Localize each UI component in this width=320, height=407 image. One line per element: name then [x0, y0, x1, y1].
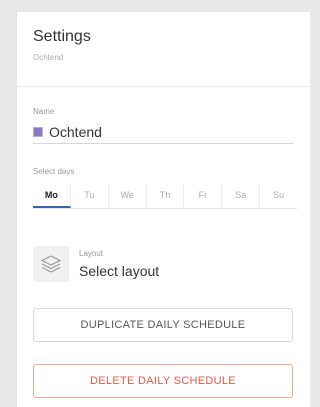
layout-selector[interactable]: Layout Select layout	[33, 240, 213, 288]
layers-icon	[33, 246, 69, 282]
day-tab-tu[interactable]: Tu	[71, 184, 109, 208]
day-tab-sa[interactable]: Sa	[222, 184, 261, 208]
layout-value: Select layout	[79, 263, 160, 279]
day-tab-mo[interactable]: Mo	[33, 184, 71, 208]
day-tab-su[interactable]: Su	[260, 184, 297, 208]
layout-label: Layout	[79, 249, 104, 258]
days-label: Select days	[33, 167, 75, 176]
day-selector: Mo Tu We Th Fr Sa Su	[33, 184, 297, 209]
day-tab-fr[interactable]: Fr	[184, 184, 223, 208]
page-subtitle: Ochtend	[33, 53, 64, 62]
settings-header: Settings Ochtend	[17, 12, 310, 87]
color-swatch-icon[interactable]	[33, 127, 43, 137]
page-title: Settings	[33, 28, 91, 45]
duplicate-schedule-button[interactable]: DUPLICATE DAILY SCHEDULE	[33, 308, 293, 342]
delete-schedule-button[interactable]: DELETE DAILY SCHEDULE	[33, 364, 293, 398]
day-tab-we[interactable]: We	[109, 184, 147, 208]
name-field[interactable]: Ochtend	[33, 121, 294, 144]
day-tab-th[interactable]: Th	[147, 184, 185, 208]
name-label: Name	[33, 107, 55, 116]
name-value: Ochtend	[49, 124, 102, 140]
settings-panel: Settings Ochtend Name Ochtend Select day…	[16, 12, 310, 407]
